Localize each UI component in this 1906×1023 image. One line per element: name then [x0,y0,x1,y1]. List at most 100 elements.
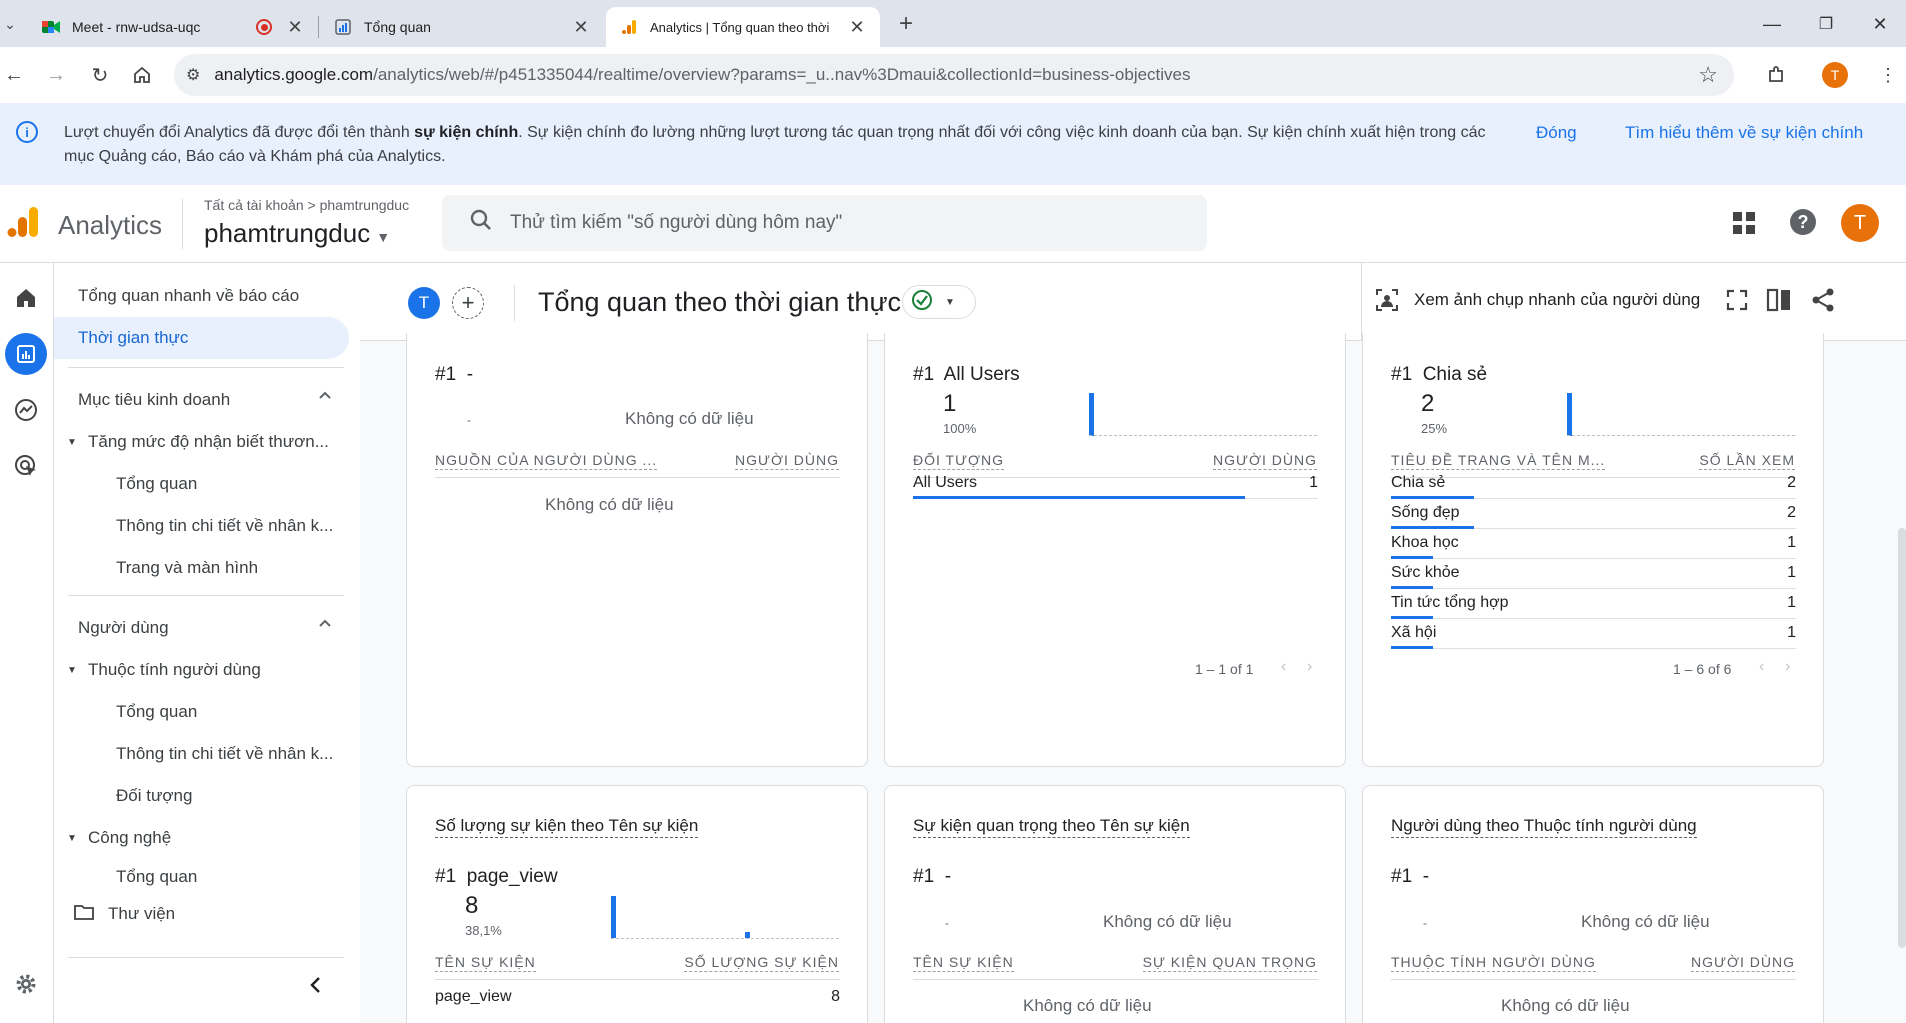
card-rank: #1 - [435,364,474,385]
table-row[interactable]: Chia sẻ 2 [1391,469,1796,499]
column-header[interactable]: NGƯỜI DÙNG [1691,954,1795,972]
caret-down-icon: ▼ [67,436,77,448]
percent-value: 100% [943,421,977,436]
table-row[interactable]: Khoa học 1 [1391,529,1796,559]
add-comparison-button[interactable]: + [452,287,484,319]
chevron-up-icon [318,387,332,407]
restore-icon[interactable]: ❐ [1806,10,1846,38]
card-title[interactable]: Sự kiện quan trọng theo Tên sự kiện [913,816,1190,838]
bookmark-star-icon[interactable]: ☆ [1698,62,1718,88]
nav-overview[interactable]: Tổng quan [54,859,350,887]
tab-meet[interactable]: Meet - rnw-udsa-uqc ✕ [28,7,318,47]
nav-audiences[interactable]: Đối tượng [54,775,350,817]
nav-library[interactable]: Thư viện [54,893,350,935]
column-header[interactable]: SỐ LẦN XEM [1699,452,1795,470]
nav-technology[interactable]: ▼ Công nghệ [54,817,350,859]
browser-menu-icon[interactable]: ⋮ [1874,61,1902,89]
collapse-chevron-icon[interactable] [308,975,324,1000]
tab-search-icon[interactable]: ⌄ [0,10,20,38]
url-path: /analytics/web/#/p451335044/realtime/ove… [373,65,1191,84]
explore-nav-icon[interactable] [5,389,47,431]
column-header[interactable]: NGƯỜI DÙNG [735,452,839,470]
learn-more-link[interactable]: Tìm hiểu thêm về sự kiện chính [1625,123,1863,143]
nav-business-objectives[interactable]: Mục tiêu kinh doanh [54,379,350,421]
prev-page-icon[interactable]: ‹ [1281,658,1286,676]
nav-realtime[interactable]: Thời gian thực [54,317,349,359]
fullscreen-icon[interactable] [1726,289,1748,316]
table-row[interactable]: Sức khỏe 1 [1391,559,1796,589]
profile-avatar[interactable]: T [1822,62,1848,88]
minimize-icon[interactable]: — [1752,10,1792,38]
nav-demographics[interactable]: Thông tin chi tiết về nhân k... [54,733,350,775]
column-header[interactable]: THUỘC TÍNH NGƯỜI DÙNG [1391,954,1596,972]
window-close-icon[interactable]: ✕ [1860,10,1900,38]
new-tab-button[interactable]: + [892,10,920,38]
close-icon[interactable]: ✕ [572,17,590,38]
card-title[interactable]: Số lượng sự kiện theo Tên sự kiện [435,816,699,838]
back-icon[interactable]: ← [0,61,28,89]
meet-icon [42,18,60,36]
column-header[interactable]: TÊN SỰ KIỆN [913,954,1014,972]
browser-tab-strip: ⌄ Meet - rnw-udsa-uqc ✕ Tổng quan ✕ Anal… [0,0,1906,47]
extensions-icon[interactable] [1762,61,1790,89]
big-value: 2 [1421,390,1435,417]
column-header[interactable]: ĐỐI TƯỢNG [913,452,1005,470]
forward-icon[interactable]: → [42,61,70,89]
audience-card: #1 All Users 1 100% ĐỐI TƯỢNG NGƯỜI DÙNG… [884,333,1346,767]
address-bar[interactable]: ⚙ analytics.google.com/analytics/web/#/p… [174,54,1734,96]
table-row[interactable]: Tin tức tổng hợp 1 [1391,589,1796,619]
breadcrumb[interactable]: Tất cả tài khoản > phamtrungduc [204,197,409,213]
status-check-dropdown[interactable]: ▼ [902,285,976,319]
next-page-icon[interactable]: › [1307,658,1312,676]
user-avatar[interactable]: T [408,287,440,319]
table-row[interactable]: page_view 8 [435,980,840,1016]
column-header[interactable]: SỰ KIỆN QUAN TRỌNG [1142,954,1317,972]
table-row[interactable]: Xã hội 1 [1391,619,1796,649]
home-icon[interactable] [128,61,156,89]
next-page-icon[interactable]: › [1785,658,1790,676]
account-avatar[interactable]: T [1841,204,1879,242]
tab-analytics-realtime[interactable]: Analytics | Tổng quan theo thời ✕ [606,7,880,47]
snapshot-icon[interactable] [1374,287,1400,318]
nav-overview[interactable]: Tổng quan [54,463,350,505]
sparkline-bar [1089,393,1094,436]
column-header[interactable]: NGUỒN CỦA NGƯỜI DÙNG ... [435,452,658,470]
prev-page-icon[interactable]: ‹ [1759,658,1764,676]
share-icon[interactable] [1810,287,1836,318]
home-nav-icon[interactable] [5,277,47,319]
search-input[interactable]: Thử tìm kiếm "số người dùng hôm nay" [442,195,1207,251]
table-row[interactable]: Sống đẹp 2 [1391,499,1796,529]
site-info-icon[interactable]: ⚙ [186,65,200,85]
banner-close-link[interactable]: Đóng [1536,123,1577,143]
table-row[interactable]: All Users 1 [913,469,1318,499]
close-icon[interactable]: ✕ [286,17,304,38]
card-rank: #1 - [913,866,952,887]
reports-nav-icon[interactable] [5,333,47,375]
user-snapshot-link[interactable]: Xem ảnh chụp nhanh của người dùng [1414,290,1700,310]
sparkline-bar [611,896,616,938]
placeholder-dash: - [467,413,471,427]
reload-icon[interactable]: ↻ [86,61,114,89]
nav-user-attributes[interactable]: ▼ Thuộc tính người dùng [54,649,350,691]
nav-demographics[interactable]: Thông tin chi tiết về nhân k... [54,505,350,547]
apps-grid-icon[interactable] [1732,211,1756,240]
tab-tong-quan[interactable]: Tổng quan ✕ [320,7,604,47]
column-header[interactable]: NGƯỜI DÙNG [1213,452,1317,470]
settings-gear-icon[interactable] [5,963,47,1005]
compare-icon[interactable] [1766,287,1792,318]
nav-users[interactable]: Người dùng [54,607,350,649]
nav-pages-screens[interactable]: Trang và màn hình [54,547,350,589]
close-icon[interactable]: ✕ [848,17,866,38]
page-scrollbar[interactable] [1898,528,1906,948]
nav-awareness[interactable]: ▼ Tăng mức độ nhận biết thươn... [54,421,350,463]
help-icon[interactable]: ? [1790,209,1816,235]
nav-overview[interactable]: Tổng quan [54,691,350,733]
column-header[interactable]: TÊN SỰ KIỆN [435,954,536,972]
analytics-logo-icon[interactable] [6,205,40,244]
column-header[interactable]: SỐ LƯỢNG SỰ KIỆN [684,954,839,972]
property-selector[interactable]: phamtrungduc ▼ [204,218,390,249]
card-title[interactable]: Người dùng theo Thuộc tính người dùng [1391,816,1697,838]
nav-reports-snapshot[interactable]: Tổng quan nhanh về báo cáo [54,275,350,317]
column-header[interactable]: TIÊU ĐỀ TRANG VÀ TÊN M... [1391,452,1606,470]
advertising-nav-icon[interactable] [5,445,47,487]
